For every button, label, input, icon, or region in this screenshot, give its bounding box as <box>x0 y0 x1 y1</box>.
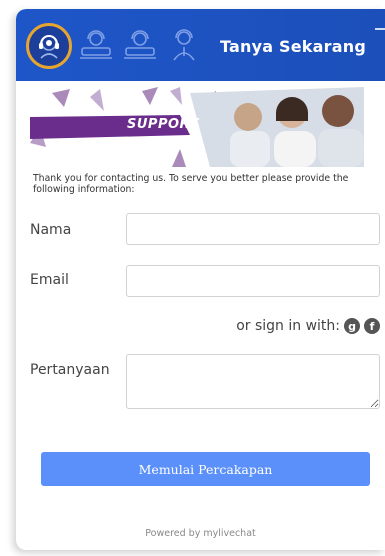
email-input[interactable] <box>126 265 380 297</box>
agent-avatar-active[interactable] <box>26 23 72 69</box>
agent-avatar-2[interactable] <box>74 24 118 68</box>
agent-at-desk-icon <box>124 30 156 59</box>
agent-at-desk-icon <box>80 30 112 59</box>
signin-text: or sign in with: <box>236 318 340 334</box>
chat-header: Tanya Sekarang <box>16 9 385 81</box>
intro-text: Thank you for contacting us. To serve yo… <box>33 173 349 195</box>
minimize-indicator[interactable] <box>375 28 385 30</box>
facebook-icon[interactable]: f <box>364 318 380 334</box>
support-banner: SUPPORT <box>30 87 364 167</box>
email-label: Email <box>30 272 69 288</box>
agent-avatar-3[interactable] <box>118 24 162 68</box>
social-signin-row: or sign in with: g f <box>236 318 380 334</box>
chat-window: Tanya Sekarang SUPPORT Thank you for con… <box>16 9 385 550</box>
header-title: Tanya Sekarang <box>220 37 366 56</box>
google-icon[interactable]: g <box>344 318 360 334</box>
pertanyaan-label: Pertanyaan <box>30 362 110 378</box>
banner-label: SUPPORT <box>127 117 199 132</box>
nama-input[interactable] <box>126 213 380 245</box>
powered-by-text[interactable]: Powered by mylivechat <box>16 528 385 539</box>
support-agent-icon <box>39 35 59 59</box>
start-chat-button[interactable]: Memulai Percakapan <box>41 452 370 486</box>
agent-avatar-4[interactable] <box>162 24 206 68</box>
nama-label: Nama <box>30 222 72 238</box>
pertanyaan-textarea[interactable] <box>126 354 380 409</box>
agent-standing-icon <box>173 29 195 61</box>
